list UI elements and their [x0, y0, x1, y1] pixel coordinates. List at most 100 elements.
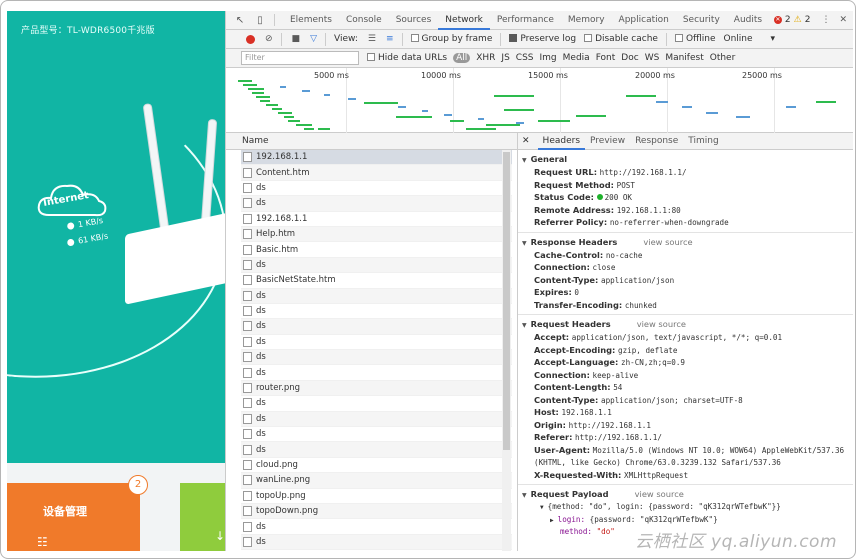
general-header[interactable]: ▼ General — [522, 153, 853, 166]
more-menu-icon[interactable]: ⋮ — [821, 15, 830, 25]
preserve-log-toggle[interactable]: Preserve log — [509, 34, 576, 44]
filter-icon[interactable]: ▽ — [310, 34, 317, 44]
request-row[interactable]: ds — [241, 442, 512, 458]
request-row[interactable]: ds — [241, 411, 512, 428]
offline-toggle[interactable]: Offline — [674, 34, 716, 44]
filter-type-other[interactable]: Other — [710, 53, 736, 63]
request-row[interactable]: ds — [241, 427, 512, 443]
header-key: Accept-Language: — [534, 357, 619, 367]
tab-audits[interactable]: Audits — [727, 11, 769, 30]
network-toolbar: ⊘ ■ ▽ View: ☰ ≡ Group by frame Preserve … — [226, 30, 853, 49]
request-row[interactable]: ds — [241, 365, 512, 381]
waterfall-bar — [238, 80, 252, 82]
detail-tab-response[interactable]: Response — [630, 133, 683, 150]
secondary-card[interactable]: ↓ — [180, 483, 225, 551]
download-icon — [66, 238, 75, 247]
inspect-icon[interactable]: ↖ — [234, 15, 246, 26]
request-list-scrollbar[interactable] — [502, 150, 511, 551]
waterfall-bar — [682, 106, 692, 108]
waterfall-bar — [466, 128, 496, 130]
filter-type-css[interactable]: CSS — [516, 53, 534, 63]
request-row[interactable]: router.png — [241, 380, 512, 397]
detail-tab-headers[interactable]: Headers — [537, 133, 586, 150]
hide-data-urls-toggle[interactable]: Hide data URLs — [367, 53, 447, 63]
close-details-icon[interactable]: ✕ — [522, 136, 530, 146]
tab-application[interactable]: Application — [612, 11, 676, 30]
request-row[interactable]: ds — [241, 534, 512, 551]
tab-network[interactable]: Network — [438, 11, 490, 30]
request-row[interactable]: ds — [241, 257, 512, 274]
view-source-link[interactable]: view source — [635, 489, 684, 499]
request-row[interactable]: ds — [241, 196, 512, 212]
detail-tab-timing[interactable]: Timing — [683, 133, 723, 150]
request-row[interactable]: Basic.htm — [241, 242, 512, 258]
filter-type-font[interactable]: Font — [596, 53, 616, 63]
disable-cache-toggle[interactable]: Disable cache — [584, 34, 658, 44]
filter-type-media[interactable]: Media — [563, 53, 590, 63]
resource-type-filters: All XHR JS CSS Img Media Font Doc WS Manifest Othe… — [447, 53, 735, 63]
header-key: Content-Type: — [534, 274, 599, 285]
request-row[interactable]: ds — [241, 304, 512, 320]
large-rows-icon[interactable]: ☰ — [368, 34, 376, 44]
request-row[interactable]: 192.168.1.1 — [241, 212, 512, 227]
header-value: no-referrer-when-downgrade — [609, 218, 729, 227]
detail-tab-preview[interactable]: Preview — [585, 133, 630, 150]
payload-login[interactable]: ▶ login: {password: "qK312qrWTefbwK"} — [550, 514, 853, 527]
filter-type-img[interactable]: Img — [540, 53, 557, 63]
request-row[interactable]: ds — [241, 319, 512, 335]
record-icon[interactable] — [246, 34, 255, 44]
device-management-card[interactable]: 设备管理 ☷ — [7, 483, 140, 551]
view-source-link[interactable]: view source — [637, 319, 686, 329]
request-row[interactable]: Content.htm — [241, 165, 512, 181]
payload-line[interactable]: ▼ {method: "do", login: {password: "qK312… — [540, 501, 853, 514]
request-headers-header[interactable]: ▼ Request Headers view source — [522, 318, 853, 331]
tab-sources[interactable]: Sources — [389, 11, 439, 30]
message-counts[interactable]: ✕ 2 ⚠ 2 ⋮ ✕ — [773, 15, 853, 25]
request-row[interactable]: ds — [241, 288, 512, 304]
header-key: Connection: — [534, 262, 590, 272]
waterfall-icon[interactable]: ≡ — [386, 34, 394, 44]
response-headers-header[interactable]: ▼ Response Headers view source — [522, 236, 853, 249]
file-icon — [243, 167, 252, 178]
filter-input[interactable]: Filter — [241, 51, 359, 65]
request-row[interactable]: BasicNetState.htm — [241, 273, 512, 289]
filter-type-xhr[interactable]: XHR — [476, 53, 495, 63]
filter-type-all[interactable]: All — [453, 53, 471, 63]
tab-performance[interactable]: Performance — [490, 11, 561, 30]
device-management-label: 设备管理 — [43, 505, 87, 518]
request-row[interactable]: ds — [241, 519, 512, 535]
throttle-select[interactable]: Online ▾ — [724, 34, 776, 44]
request-row[interactable]: ds — [241, 396, 512, 412]
request-row[interactable]: Help.htm — [241, 226, 512, 243]
request-row[interactable]: 192.168.1.1 — [241, 150, 512, 166]
tab-elements[interactable]: Elements — [283, 11, 339, 30]
filter-type-manifest[interactable]: Manifest — [665, 53, 703, 63]
request-row[interactable]: cloud.png — [241, 458, 512, 474]
request-payload-header[interactable]: ▼ Request Payload view source — [522, 488, 853, 501]
timeline-overview[interactable]: 5000 ms 10000 ms 15000 ms 20000 ms 25000 ms — [226, 68, 853, 133]
timeline-tick-label: 5000 ms — [314, 71, 349, 80]
filter-type-js[interactable]: JS — [501, 53, 509, 63]
filter-type-doc[interactable]: Doc — [621, 53, 638, 63]
device-toggle-icon[interactable]: ▯ — [254, 15, 266, 26]
request-row[interactable]: topoDown.png — [241, 503, 512, 520]
group-by-frame-toggle[interactable]: Group by frame — [410, 34, 492, 44]
tab-security[interactable]: Security — [676, 11, 727, 30]
filter-type-ws[interactable]: WS — [645, 53, 660, 63]
close-icon[interactable]: ✕ — [839, 15, 847, 25]
tab-memory[interactable]: Memory — [561, 11, 612, 30]
waterfall-bar — [278, 112, 292, 114]
camera-icon[interactable]: ■ — [292, 34, 301, 44]
clear-icon[interactable]: ⊘ — [265, 34, 273, 44]
tab-console[interactable]: Console — [339, 11, 389, 30]
header-row: (KHTML, like Gecko) Chrome/63.0.3239.132… — [534, 456, 853, 469]
request-row[interactable]: ds — [241, 350, 512, 366]
request-row[interactable]: wanLine.png — [241, 473, 512, 489]
name-column-header[interactable]: Name — [242, 136, 269, 146]
request-row[interactable]: topoUp.png — [241, 489, 512, 504]
view-source-link[interactable]: view source — [643, 237, 692, 247]
waterfall-bar — [364, 102, 398, 104]
router-admin-page: 产品型号：TL-WDR6500千兆版 Internet 1 KB/s 61 KB… — [7, 11, 225, 551]
request-row[interactable]: ds — [241, 181, 512, 197]
request-row[interactable]: ds — [241, 335, 512, 351]
